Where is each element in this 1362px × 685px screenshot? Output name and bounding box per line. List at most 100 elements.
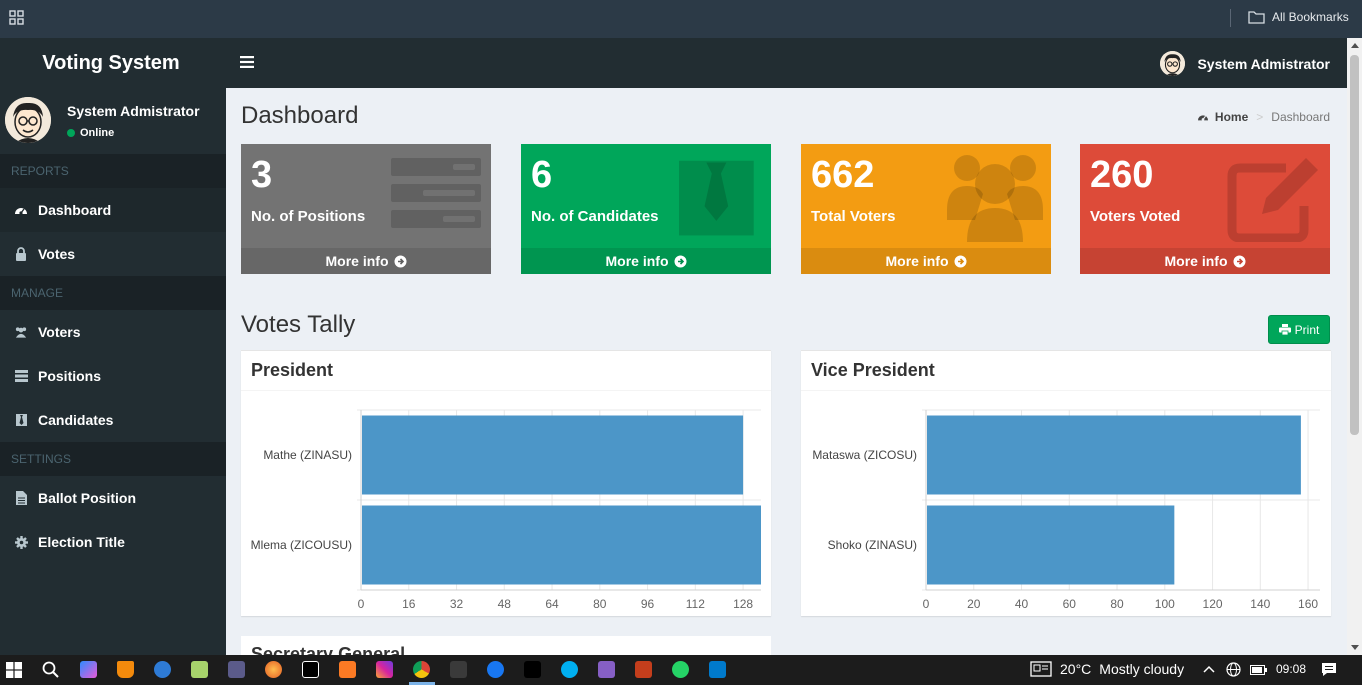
xampp-icon[interactable] <box>339 661 356 678</box>
sidebar-item-candidates[interactable]: Candidates <box>0 398 226 442</box>
votes-tally-title: Votes Tally <box>241 311 356 338</box>
notification-icon[interactable] <box>1321 662 1337 677</box>
sidebar-item-ballot-position[interactable]: Ballot Position <box>0 476 226 520</box>
vice-president-bar-chart: 0 20 40 60 80 100 120 140 160 Mataswa (ZICOSU) Sho… <box>812 409 1320 611</box>
online-dot-icon <box>67 129 75 137</box>
notepad-icon[interactable] <box>191 661 208 678</box>
x-tick-label: 80 <box>1110 597 1124 611</box>
x-tick-label: 32 <box>450 597 464 611</box>
x-tick-label: 20 <box>967 597 981 611</box>
more-info-link[interactable]: More info <box>1080 248 1330 274</box>
globe-icon[interactable] <box>1226 662 1241 677</box>
copilot-icon[interactable] <box>80 661 97 678</box>
sidebar-item-positions[interactable]: Positions <box>0 354 226 398</box>
temperature: 20°C <box>1060 661 1092 677</box>
instagram-icon[interactable] <box>376 661 393 678</box>
apps-grid-icon[interactable] <box>9 10 24 25</box>
firefox-icon[interactable] <box>265 661 282 678</box>
folder-icon <box>1248 11 1265 24</box>
avatar <box>5 97 51 143</box>
edit-icon <box>1227 158 1318 242</box>
x-icon[interactable] <box>524 661 541 678</box>
all-bookmarks-button[interactable]: All Bookmarks <box>1248 10 1349 24</box>
online-status: Online <box>67 127 114 139</box>
user-panel: System Admistrator Online <box>0 88 226 154</box>
scrollbar-thumb[interactable] <box>1350 55 1359 435</box>
breadcrumb-current: Dashboard <box>1271 110 1330 124</box>
more-info-link[interactable]: More info <box>521 248 771 274</box>
x-tick-label: 120 <box>1203 597 1223 611</box>
menu-header-settings: SETTINGS <box>0 442 226 476</box>
chart-title: Vice President <box>801 351 1331 391</box>
bar[interactable] <box>362 415 744 495</box>
vlc-icon[interactable] <box>117 661 134 678</box>
all-bookmarks-label: All Bookmarks <box>1272 10 1349 24</box>
news-icon <box>1030 661 1052 677</box>
more-info-label: More info <box>885 253 949 269</box>
bar[interactable] <box>927 415 1301 495</box>
skype-icon[interactable] <box>561 661 578 678</box>
navbar-user-menu[interactable]: System Admistrator <box>1160 51 1330 76</box>
y-category-label: Mathe (ZINASU) <box>263 448 352 462</box>
brand-logo[interactable]: Voting System <box>0 38 226 88</box>
bookmarks-divider <box>1230 9 1231 27</box>
weather-widget[interactable]: 20°C Mostly cloudy <box>1030 661 1184 677</box>
page-scrollbar[interactable] <box>1347 38 1362 655</box>
battery-icon[interactable] <box>1250 665 1267 675</box>
more-info-label: More info <box>325 253 389 269</box>
more-info-label: More info <box>605 253 669 269</box>
president-bar-chart: 0 16 32 48 64 80 96 112 128 Mathe (ZINASU) Mlema (… <box>251 409 761 611</box>
terminal-icon[interactable] <box>450 661 467 678</box>
intellij-icon[interactable] <box>302 661 319 678</box>
sidebar-item-label: Election Title <box>38 534 125 550</box>
stat-number: 260 <box>1090 154 1154 196</box>
vscode-icon[interactable] <box>709 661 726 678</box>
jw-library-icon[interactable] <box>228 661 245 678</box>
ccleaner-icon[interactable] <box>154 661 171 678</box>
powerpoint-icon[interactable] <box>635 661 652 678</box>
clock[interactable]: 09:08 <box>1276 662 1306 676</box>
menu-header-manage: MANAGE <box>0 276 226 310</box>
chevron-up-icon[interactable] <box>1203 665 1215 673</box>
scroll-down-icon[interactable] <box>1351 645 1359 650</box>
stat-number: 662 <box>811 154 875 196</box>
sidebar-item-dashboard[interactable]: Dashboard <box>0 188 226 232</box>
vice-president-chart-box: Vice President 0 20 40 60 80 100 120 140 160 Mata… <box>801 350 1331 616</box>
visual-studio-icon[interactable] <box>598 661 615 678</box>
more-info-link[interactable]: More info <box>241 248 491 274</box>
whatsapp-icon[interactable] <box>672 661 689 678</box>
stat-label: No. of Positions <box>251 208 366 225</box>
chrome-icon[interactable] <box>413 661 430 678</box>
navbar-avatar <box>1160 51 1186 76</box>
more-info-link[interactable]: More info <box>801 248 1051 274</box>
sidebar: Voting System System Admistrator Online … <box>0 38 226 655</box>
breadcrumb-home[interactable]: Home <box>1197 110 1248 124</box>
x-tick-label: 0 <box>358 597 365 611</box>
sidebar-toggle-icon[interactable] <box>240 56 254 68</box>
scroll-up-icon[interactable] <box>1351 43 1359 48</box>
top-navbar: System Admistrator <box>226 38 1347 88</box>
bar[interactable] <box>927 505 1175 585</box>
x-tick-label: 80 <box>593 597 607 611</box>
x-tick-label: 0 <box>923 597 930 611</box>
sidebar-item-election-title[interactable]: Election Title <box>0 520 226 564</box>
sidebar-item-label: Ballot Position <box>38 490 136 506</box>
arrow-circle-right-icon <box>394 255 406 267</box>
sidebar-item-voters[interactable]: Voters <box>0 310 226 354</box>
search-icon[interactable] <box>42 661 59 678</box>
candidates-stat-box: 6 No. of Candidates More info <box>521 144 771 274</box>
stat-number: 3 <box>251 154 273 196</box>
print-button[interactable]: Print <box>1268 315 1330 344</box>
breadcrumb-separator: > <box>1256 110 1264 124</box>
main-content: Dashboard Home > Dashboard 3 No. of Posi… <box>226 88 1347 655</box>
x-tick-label: 40 <box>1015 597 1029 611</box>
sidebar-item-votes[interactable]: Votes <box>0 232 226 276</box>
sidebar-item-label: Voters <box>38 324 81 340</box>
bar[interactable] <box>362 505 761 585</box>
os-taskbar: 20°C Mostly cloudy 09:08 <box>0 655 1362 685</box>
windows-start-icon[interactable] <box>6 662 22 678</box>
facebook-icon[interactable] <box>487 661 504 678</box>
arrow-circle-right-icon <box>954 255 966 267</box>
users-icon <box>14 325 28 339</box>
x-tick-label: 64 <box>545 597 559 611</box>
